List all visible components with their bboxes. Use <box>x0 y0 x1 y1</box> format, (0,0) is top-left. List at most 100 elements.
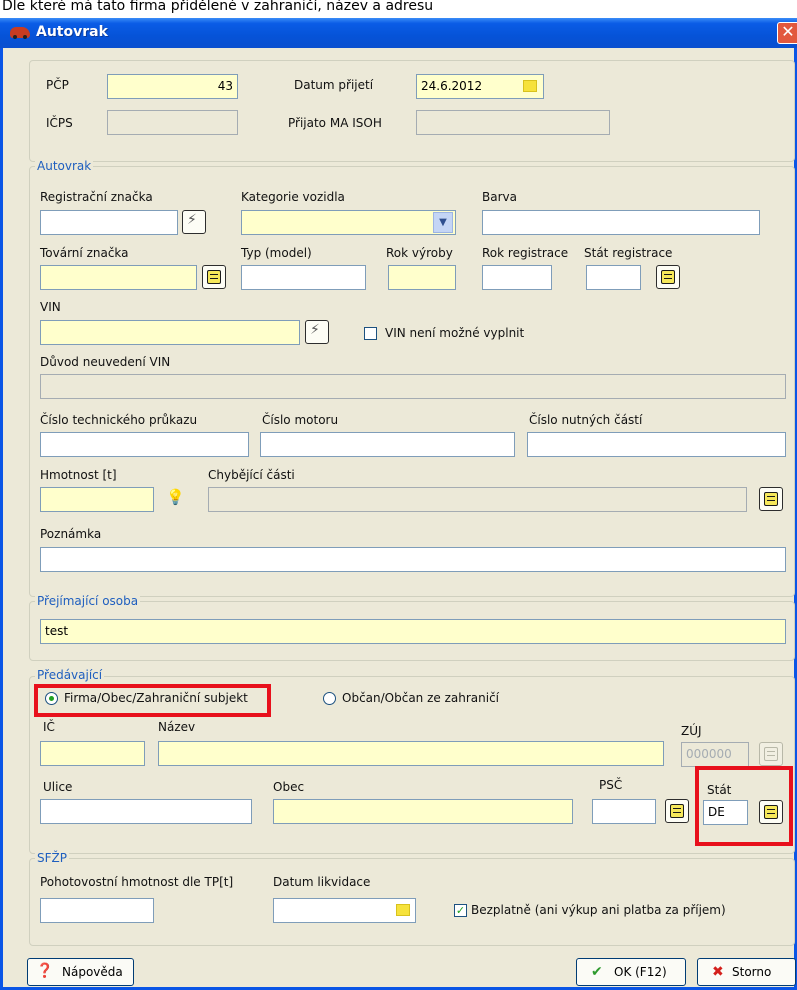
rok-vyroby-label: Rok výroby <box>386 246 453 260</box>
icps-field[interactable] <box>107 110 238 135</box>
cislo-casti-field[interactable] <box>527 432 786 457</box>
help-button-label: Nápověda <box>62 965 123 979</box>
typ-label: Typ (model) <box>241 246 312 260</box>
radio-obcan[interactable] <box>323 692 336 705</box>
vin-field[interactable] <box>40 320 300 345</box>
lightbulb-icon: 💡 <box>166 488 185 506</box>
kategorie-label: Kategorie vozidla <box>241 190 345 204</box>
window-title: Autovrak <box>36 24 108 40</box>
checkmark-icon: ✔ <box>591 964 603 980</box>
cislo-tp-label: Číslo technického průkazu <box>40 413 198 427</box>
note-icon <box>764 492 778 506</box>
nazev-field[interactable] <box>158 741 664 766</box>
lightning-icon[interactable] <box>305 320 329 344</box>
prejimajici-group-title: Přejímající osoba <box>35 594 141 608</box>
rok-vyroby-field[interactable] <box>388 265 456 290</box>
autovrak-dialog: Autovrak ✕ PČP 43 Datum přijetí 24.6.201… <box>0 18 797 990</box>
document-background-text: Dle které má tato firma přidělené v zahr… <box>0 0 797 18</box>
prejimajici-field[interactable]: test <box>40 619 786 644</box>
calendar-icon[interactable] <box>396 904 410 916</box>
datum-prijeti-label: Datum přijetí <box>294 78 374 92</box>
tovarni-znacka-label: Tovární značka <box>40 246 129 260</box>
close-button[interactable]: ✕ <box>777 22 797 44</box>
note-button-stat-registrace[interactable] <box>656 265 680 289</box>
highlight-stat <box>695 766 793 846</box>
ulice-label: Ulice <box>43 780 73 794</box>
note-button-chybejici[interactable] <box>759 487 783 511</box>
typ-field[interactable] <box>241 265 366 290</box>
poznamka-field[interactable] <box>40 547 786 572</box>
predavajici-group-title: Předávající <box>35 668 105 682</box>
rok-registrace-field[interactable] <box>482 265 552 290</box>
nazev-label: Název <box>158 720 196 734</box>
stat-registrace-field[interactable] <box>586 265 641 290</box>
rok-registrace-label: Rok registrace <box>482 246 569 260</box>
help-icon: ❓ <box>36 963 54 979</box>
radio-obcan-label: Občan/Občan ze zahraničí <box>342 691 500 705</box>
pohotovostni-label: Pohotovostní hmotnost dle TP[t] <box>40 875 234 889</box>
ic-label: IČ <box>43 720 55 734</box>
ok-button-label: OK (F12) <box>614 965 667 979</box>
bezplatne-label: Bezplatně (ani výkup ani platba za příje… <box>471 903 726 917</box>
note-button-tovarni[interactable] <box>202 265 226 289</box>
autovrak-group-title: Autovrak <box>35 159 94 173</box>
cislo-tp-field[interactable] <box>40 432 249 457</box>
barva-label: Barva <box>482 190 517 204</box>
chevron-down-icon[interactable]: ▼ <box>433 212 453 233</box>
chybejici-field[interactable] <box>208 487 747 512</box>
note-icon <box>764 747 778 761</box>
datum-prijeti-value: 24.6.2012 <box>421 79 483 93</box>
pohotovostni-field[interactable] <box>40 898 154 923</box>
datum-prijeti-field[interactable]: 24.6.2012 <box>416 74 544 99</box>
registracni-znacka-label: Registrační značka <box>40 190 153 204</box>
lightning-icon[interactable] <box>182 210 206 234</box>
help-button[interactable]: ❓ Nápověda <box>27 958 134 986</box>
cancel-button-label: Storno <box>732 965 772 979</box>
car-icon <box>10 27 30 39</box>
registracni-znacka-field[interactable] <box>40 210 178 235</box>
note-button-zuj[interactable] <box>759 742 783 766</box>
prijato-label: Přijato MA ISOH <box>288 116 382 130</box>
highlight-firma <box>34 684 271 717</box>
obec-field[interactable] <box>273 799 573 824</box>
pcp-field[interactable]: 43 <box>107 74 238 99</box>
datum-likvidace-label: Datum likvidace <box>273 875 371 889</box>
obec-label: Obec <box>273 780 305 794</box>
tovarni-znacka-field[interactable] <box>40 265 197 290</box>
note-icon <box>661 270 675 284</box>
duvod-field[interactable] <box>40 374 786 399</box>
cislo-motoru-label: Číslo motoru <box>262 413 339 427</box>
poznamka-label: Poznámka <box>40 527 102 541</box>
note-icon <box>207 270 221 284</box>
zuj-label: ZÚJ <box>681 724 702 738</box>
psc-field[interactable] <box>592 799 656 824</box>
ic-field[interactable] <box>40 741 145 766</box>
icps-label: IČPS <box>46 116 73 130</box>
ok-button[interactable]: ✔ OK (F12) <box>576 958 686 986</box>
pcp-label: PČP <box>46 78 69 92</box>
cancel-button[interactable]: ✖ Storno <box>697 958 796 986</box>
duvod-label: Důvod neuvedení VIN <box>40 355 171 369</box>
datum-likvidace-field[interactable] <box>273 898 416 923</box>
note-icon <box>670 804 684 818</box>
vin-label: VIN <box>40 300 61 314</box>
barva-field[interactable] <box>482 210 760 235</box>
vin-nelze-label: VIN není možné vyplnit <box>385 326 525 340</box>
ulice-field[interactable] <box>40 799 252 824</box>
hmotnost-label: Hmotnost [t] <box>40 468 117 482</box>
hmotnost-field[interactable] <box>40 487 154 512</box>
zuj-field[interactable]: 000000 <box>681 742 749 767</box>
bezplatne-checkbox[interactable]: ✓ <box>454 904 467 917</box>
chybejici-label: Chybějící části <box>208 468 295 482</box>
sfzp-group-title: SFŽP <box>35 851 69 865</box>
prijato-field[interactable] <box>416 110 610 135</box>
cislo-casti-label: Číslo nutných částí <box>529 413 643 427</box>
kategorie-select[interactable]: ▼ <box>241 210 456 235</box>
title-bar[interactable]: Autovrak ✕ <box>0 18 797 48</box>
note-button-psc[interactable] <box>665 799 689 823</box>
cislo-motoru-field[interactable] <box>260 432 515 457</box>
calendar-icon[interactable] <box>523 80 537 92</box>
vin-nelze-checkbox[interactable] <box>364 327 377 340</box>
x-icon: ✖ <box>712 964 724 980</box>
psc-label: PSČ <box>599 778 623 792</box>
